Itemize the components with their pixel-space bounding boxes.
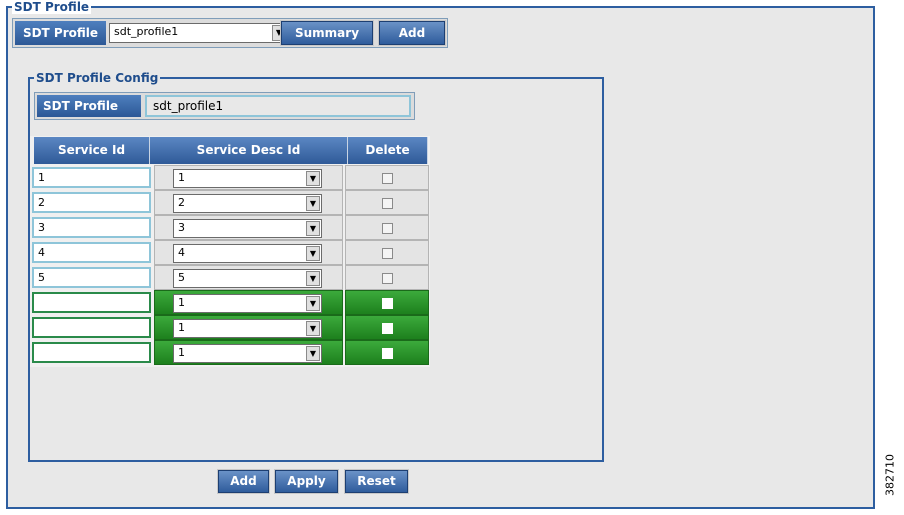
chevron-down-icon[interactable]: ▼ [306, 271, 320, 286]
profile-name-bar: SDT Profile sdt_profile1 [34, 92, 415, 120]
service-desc-select[interactable]: 5 ▼ [173, 269, 322, 288]
chevron-down-icon[interactable]: ▼ [306, 346, 320, 361]
service-id-input[interactable]: 2 [32, 192, 151, 213]
add-profile-button[interactable]: Add [378, 20, 446, 46]
checkbox-icon[interactable] [382, 348, 393, 359]
service-desc-cell: 1 ▼ [154, 290, 343, 315]
service-id-cell: 4 [30, 240, 152, 265]
service-id-cell: 2 [30, 190, 152, 215]
header-service-desc-id: Service Desc Id [150, 137, 348, 164]
service-desc-select[interactable]: 4 ▼ [173, 244, 322, 263]
service-desc-cell: 1 ▼ [154, 315, 343, 340]
header-delete: Delete [348, 137, 428, 164]
service-id-input[interactable]: 4 [32, 242, 151, 263]
checkbox-icon[interactable] [382, 323, 393, 334]
service-id-input[interactable]: 5 [32, 267, 151, 288]
service-desc-select[interactable]: 1 ▼ [173, 169, 322, 188]
delete-cell [345, 290, 429, 315]
profile-selector-label: SDT Profile [15, 21, 106, 45]
chevron-down-icon[interactable]: ▼ [306, 296, 320, 311]
service-id-input[interactable]: 3 [32, 217, 151, 238]
service-desc-value: 1 [178, 346, 185, 359]
chevron-down-icon[interactable]: ▼ [306, 221, 320, 236]
profile-name-label: SDT Profile [37, 95, 141, 117]
service-desc-value: 2 [178, 196, 185, 209]
service-id-input[interactable]: 1 [32, 167, 151, 188]
service-id-cell: 1 [30, 165, 152, 190]
service-desc-cell: 2 ▼ [154, 190, 343, 215]
apply-button[interactable]: Apply [274, 469, 339, 494]
checkbox-icon[interactable] [382, 298, 393, 309]
checkbox-icon[interactable] [382, 273, 393, 284]
delete-cell [345, 165, 429, 190]
service-desc-cell: 3 ▼ [154, 215, 343, 240]
panel-title: SDT Profile [12, 0, 92, 14]
service-desc-value: 3 [178, 221, 185, 234]
delete-cell [345, 315, 429, 340]
chevron-down-icon[interactable]: ▼ [306, 321, 320, 336]
delete-cell [345, 240, 429, 265]
profile-select[interactable]: sdt_profile1 ▼ [109, 23, 288, 43]
figure-number: 382710 [880, 445, 900, 505]
service-id-input[interactable] [32, 292, 151, 313]
service-desc-value: 4 [178, 246, 185, 259]
figure-number-text: 382710 [883, 454, 897, 496]
service-id-cell: 5 [30, 265, 152, 290]
service-desc-value: 1 [178, 321, 185, 334]
profile-selector-bar: SDT Profile sdt_profile1 ▼ Summary Add [12, 18, 448, 48]
delete-cell [345, 215, 429, 240]
service-id-cell [30, 340, 152, 365]
service-id-cell [30, 315, 152, 340]
delete-cell [345, 340, 429, 365]
service-table: Service Id Service Desc Id Delete 1 1 ▼ 2 2 ▼… [30, 136, 430, 367]
service-id-cell [30, 290, 152, 315]
service-id-input[interactable] [32, 342, 151, 363]
profile-config-title: SDT Profile Config [34, 71, 161, 85]
service-desc-select[interactable]: 1 ▼ [173, 344, 322, 363]
service-id-cell: 3 [30, 215, 152, 240]
service-desc-value: 5 [178, 271, 185, 284]
checkbox-icon[interactable] [382, 173, 393, 184]
checkbox-icon[interactable] [382, 223, 393, 234]
profile-name-field[interactable]: sdt_profile1 [145, 95, 411, 117]
service-desc-cell: 1 ▼ [154, 165, 343, 190]
service-desc-cell: 5 ▼ [154, 265, 343, 290]
service-id-input[interactable] [32, 317, 151, 338]
service-desc-cell: 1 ▼ [154, 340, 343, 365]
reset-button[interactable]: Reset [344, 469, 409, 494]
service-desc-select[interactable]: 3 ▼ [173, 219, 322, 238]
service-desc-value: 1 [178, 296, 185, 309]
checkbox-icon[interactable] [382, 248, 393, 259]
profile-select-value: sdt_profile1 [114, 25, 179, 38]
checkbox-icon[interactable] [382, 198, 393, 209]
service-desc-select[interactable]: 1 ▼ [173, 294, 322, 313]
delete-cell [345, 190, 429, 215]
service-desc-cell: 4 ▼ [154, 240, 343, 265]
add-button[interactable]: Add [217, 469, 270, 494]
header-service-id: Service Id [34, 137, 150, 164]
summary-button[interactable]: Summary [280, 20, 374, 46]
chevron-down-icon[interactable]: ▼ [306, 196, 320, 211]
service-desc-value: 1 [178, 171, 185, 184]
chevron-down-icon[interactable]: ▼ [306, 246, 320, 261]
service-desc-select[interactable]: 1 ▼ [173, 319, 322, 338]
delete-cell [345, 265, 429, 290]
service-desc-select[interactable]: 2 ▼ [173, 194, 322, 213]
chevron-down-icon[interactable]: ▼ [306, 171, 320, 186]
